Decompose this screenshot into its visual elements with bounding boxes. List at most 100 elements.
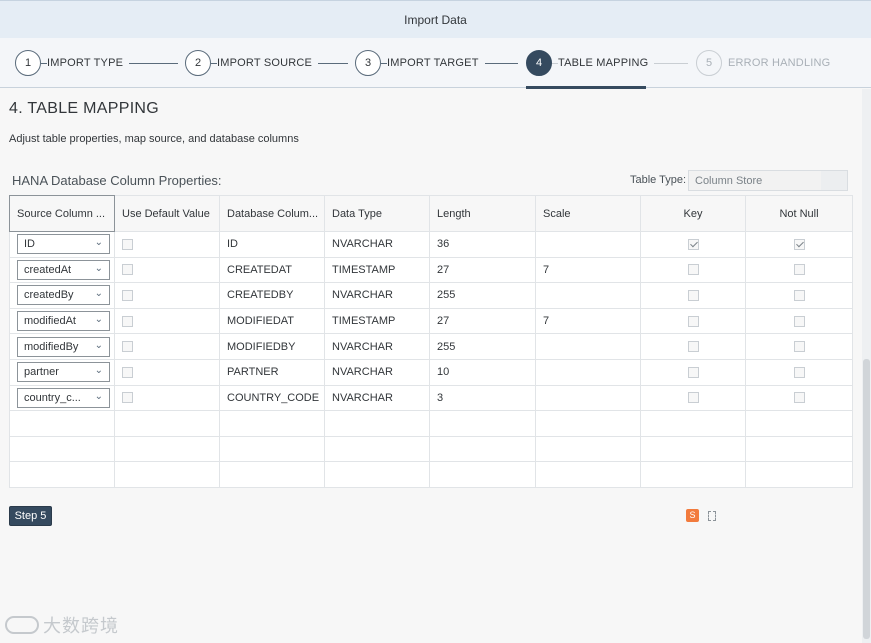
scale-cell: [535, 358, 641, 386]
source-column-combobox[interactable]: createdAt ⌄: [17, 259, 110, 280]
column-mapping-table: Source Column ... Use Default Value Data…: [9, 195, 853, 488]
empty-cell: [324, 461, 430, 488]
table-row: createdAt ⌄ CREATEDAT TIMESTAMP 27 7: [9, 256, 853, 284]
table-type-dropdown-button[interactable]: [821, 171, 847, 190]
use-default-checkbox[interactable]: [122, 290, 133, 302]
not-null-checkbox[interactable]: [793, 290, 805, 302]
source-column-combobox[interactable]: partner ⌄: [17, 362, 110, 383]
not-null-checkbox[interactable]: [793, 366, 805, 378]
db-column-cell: CREATEDAT: [219, 256, 325, 284]
wizard-step-import-source[interactable]: 2 IMPORT SOURCE: [185, 50, 319, 76]
scale-cell: 7: [535, 307, 641, 335]
table-row: modifiedBy ⌄ MODIFIEDBY NVARCHAR 255: [9, 333, 853, 360]
column-header-db-column[interactable]: Database Colum...: [219, 195, 325, 232]
table-type-select[interactable]: Column Store: [688, 170, 848, 191]
source-column-combobox[interactable]: modifiedBy ⌄: [17, 336, 110, 357]
chevron-down-icon[interactable]: ⌄: [95, 288, 103, 299]
wizard-step-table-mapping[interactable]: 4 TABLE MAPPING: [526, 50, 655, 76]
column-header-not-null[interactable]: Not Null: [745, 195, 853, 232]
column-header-scale[interactable]: Scale: [535, 195, 641, 232]
empty-cell: [640, 410, 746, 437]
table-type-value: Column Store: [695, 175, 763, 187]
use-default-checkbox[interactable]: [122, 366, 133, 378]
key-cell: [640, 231, 746, 258]
column-header-data-type[interactable]: Data Type: [324, 195, 430, 232]
empty-cell: [429, 410, 536, 437]
not-null-checkbox[interactable]: [793, 264, 805, 276]
key-checkbox[interactable]: [687, 264, 699, 276]
source-column-cell: modifiedBy ⌄: [9, 333, 115, 360]
use-default-checkbox[interactable]: [122, 341, 133, 353]
length-cell: 3: [429, 384, 536, 412]
db-column-cell: PARTNER: [219, 358, 325, 386]
column-properties-heading: HANA Database Column Properties:: [12, 173, 222, 188]
db-column-cell: CREATEDBY: [219, 282, 325, 309]
table-row: partner ⌄ PARTNER NVARCHAR 10: [9, 358, 853, 386]
db-column-cell: COUNTRY_CODE: [219, 384, 325, 412]
wizard-step-import-type[interactable]: 1 IMPORT TYPE: [15, 50, 130, 76]
empty-cell: [324, 410, 430, 437]
key-checkbox[interactable]: [687, 341, 699, 353]
chevron-down-icon[interactable]: ⌄: [95, 340, 103, 351]
empty-cell: [429, 461, 536, 488]
watermark-logo-icon: [5, 616, 39, 634]
chevron-down-icon[interactable]: ⌄: [95, 314, 103, 325]
not-null-checkbox[interactable]: [793, 341, 805, 353]
key-checkbox[interactable]: [687, 315, 699, 327]
scrollbar-thumb[interactable]: [863, 359, 870, 639]
source-column-combobox[interactable]: country_c... ⌄: [17, 387, 110, 408]
not-null-checkbox[interactable]: [793, 315, 805, 327]
key-cell: [640, 333, 746, 360]
source-column-cell: ID ⌄: [9, 231, 115, 258]
source-column-value: modifiedBy: [24, 340, 79, 353]
use-default-checkbox[interactable]: [122, 264, 133, 276]
use-default-cell: [114, 384, 220, 412]
use-default-checkbox[interactable]: [122, 315, 133, 327]
use-default-checkbox[interactable]: [122, 238, 133, 250]
not-null-cell: [745, 384, 853, 412]
step-number: 3: [355, 50, 381, 76]
empty-table-row: [9, 461, 853, 488]
column-header-length[interactable]: Length: [429, 195, 536, 232]
key-checkbox[interactable]: [687, 290, 699, 302]
key-cell: [640, 282, 746, 309]
column-header-key[interactable]: Key: [640, 195, 746, 232]
not-null-checkbox[interactable]: [793, 238, 805, 250]
not-null-cell: [745, 307, 853, 335]
chevron-down-icon[interactable]: ⌄: [95, 365, 103, 376]
source-column-value: ID: [24, 238, 35, 251]
step-label: IMPORT TARGET: [387, 57, 485, 69]
chevron-down-icon[interactable]: ⌄: [95, 237, 103, 248]
source-column-cell: partner ⌄: [9, 358, 115, 386]
length-cell: 27: [429, 307, 536, 335]
not-null-cell: [745, 333, 853, 360]
empty-cell: [429, 435, 536, 463]
key-checkbox[interactable]: [687, 238, 699, 250]
data-type-cell: NVARCHAR: [324, 358, 430, 386]
expand-icon[interactable]: [707, 510, 716, 521]
key-checkbox[interactable]: [687, 366, 699, 378]
step-number: 5: [696, 50, 722, 76]
chevron-down-icon[interactable]: ⌄: [95, 263, 103, 274]
column-header-source[interactable]: Source Column ...: [9, 195, 115, 232]
data-type-cell: NVARCHAR: [324, 384, 430, 412]
chevron-down-icon[interactable]: ⌄: [95, 391, 103, 402]
empty-cell: [535, 435, 641, 463]
vertical-scrollbar[interactable]: [862, 89, 871, 643]
column-header-use-default[interactable]: Use Default Value: [114, 195, 220, 232]
use-default-cell: [114, 333, 220, 360]
length-cell: 27: [429, 256, 536, 284]
use-default-checkbox[interactable]: [122, 392, 133, 404]
empty-table-row: [9, 410, 853, 437]
sogou-s-icon[interactable]: S: [686, 509, 699, 522]
key-checkbox[interactable]: [687, 392, 699, 404]
source-column-combobox[interactable]: ID ⌄: [17, 234, 110, 255]
source-column-combobox[interactable]: modifiedAt ⌄: [17, 311, 110, 332]
wizard-step-import-target[interactable]: 3 IMPORT TARGET: [355, 50, 485, 76]
table-type-label: Table Type:: [630, 174, 687, 186]
not-null-checkbox[interactable]: [793, 392, 805, 404]
key-cell: [640, 256, 746, 284]
step-5-button[interactable]: Step 5: [9, 506, 52, 526]
source-column-combobox[interactable]: createdBy ⌄: [17, 285, 110, 306]
watermark: 大数跨境: [5, 612, 119, 638]
